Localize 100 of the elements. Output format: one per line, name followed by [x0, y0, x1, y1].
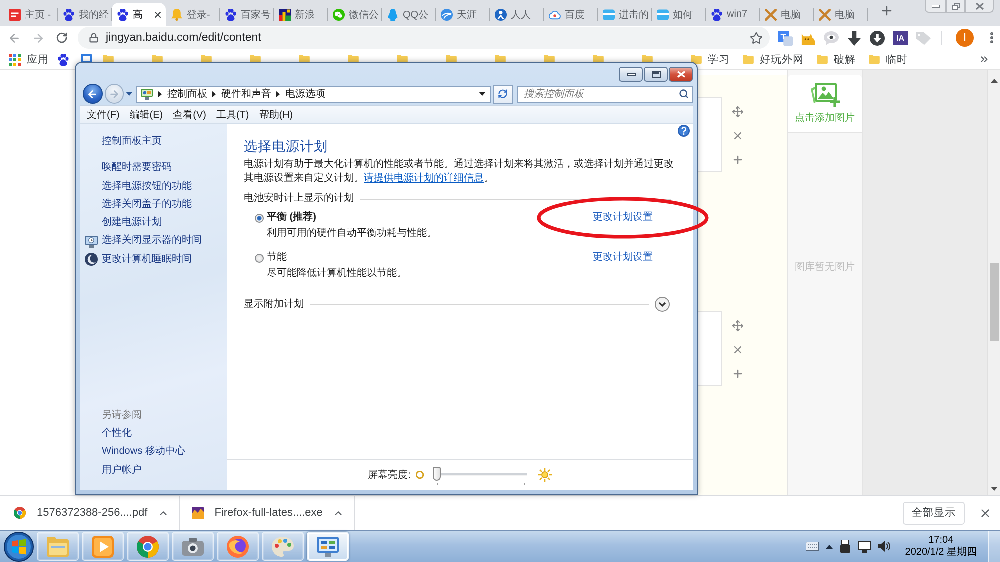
browser-tab[interactable]: 电脑	[814, 3, 868, 26]
letter-tile-icon[interactable]	[778, 30, 793, 46]
menu-item[interactable]: 查看(V)	[168, 108, 212, 122]
cross-icon[interactable]	[732, 344, 744, 356]
sidebar-link[interactable]: 个性化	[80, 425, 227, 444]
radio-button[interactable]	[255, 214, 264, 223]
bookmark-folder[interactable]: 好玩外网	[743, 52, 804, 66]
browser-tab[interactable]: 新浪	[274, 3, 328, 26]
slider-thumb[interactable]	[432, 467, 441, 481]
close-icon[interactable]	[153, 10, 163, 20]
breadcrumb-item[interactable]: 电源选项	[285, 87, 326, 101]
monitor-icon[interactable]	[858, 540, 872, 552]
bookmark-item[interactable]: 应用	[9, 52, 49, 66]
reload-icon[interactable]	[56, 32, 68, 44]
sidebar-link[interactable]: Windows 移动中心	[80, 443, 227, 462]
sidebar-link[interactable]: 用户帐户	[80, 462, 227, 480]
scroll-down-icon[interactable]	[990, 487, 998, 491]
sidebar-link[interactable]: 控制面板主页	[80, 133, 227, 152]
plus-icon[interactable]	[880, 4, 894, 18]
close-icon[interactable]	[979, 506, 992, 520]
menu-item[interactable]: 编辑(E)	[124, 108, 168, 122]
file-name[interactable]: 1576372388-256....pdf	[37, 507, 148, 519]
browser-tab[interactable]: 主页 -	[4, 3, 58, 26]
bookmark-folder[interactable]: 破解	[817, 52, 856, 66]
chevrons-right-icon[interactable]	[979, 54, 990, 65]
file-name[interactable]: Firefox-full-lates....exe	[214, 507, 323, 519]
download-circle-icon[interactable]	[870, 30, 885, 46]
start-orb-icon[interactable]	[4, 532, 34, 562]
close-button[interactable]	[669, 67, 693, 82]
step-text-field[interactable]	[698, 97, 722, 172]
plus-icon[interactable]	[732, 154, 744, 166]
browser-tab[interactable]: 微信公	[328, 3, 382, 26]
breadcrumb-item[interactable]: 控制面板	[167, 87, 208, 101]
scrollbar-thumb[interactable]	[990, 263, 998, 341]
breadcrumb-arrow-icon[interactable]	[276, 90, 280, 98]
browser-tab[interactable]: 人人	[490, 3, 544, 26]
back-button[interactable]	[83, 84, 103, 104]
dropdown-caret-icon[interactable]	[479, 92, 486, 96]
bookmark-folder[interactable]: 临时	[869, 52, 908, 66]
maximize-button[interactable]	[644, 67, 668, 82]
brightness-slider[interactable]	[432, 467, 529, 483]
scroll-up-icon[interactable]	[990, 79, 998, 83]
download-arrow-icon[interactable]	[847, 30, 862, 46]
address-bar[interactable]: 控制面板 硬件和声音 电源选项	[136, 86, 492, 102]
details-link[interactable]: 请提供电源计划的详细信息	[364, 173, 484, 184]
keyboard-icon[interactable]	[806, 542, 820, 551]
taskbar-button[interactable]	[127, 532, 169, 561]
help-icon[interactable]	[678, 125, 690, 137]
sidebar-link[interactable]: 选择关闭盖子的功能	[80, 196, 227, 214]
search-icon[interactable]	[678, 89, 689, 99]
sidebar-link[interactable]: 选择关闭显示器的时间	[80, 232, 227, 251]
star-icon[interactable]	[750, 32, 763, 44]
eye-bubble-icon[interactable]	[824, 30, 839, 46]
restore-button[interactable]	[946, 0, 965, 13]
browser-tab[interactable]: 进击的	[598, 3, 652, 26]
browser-tab[interactable]: win7	[706, 3, 760, 26]
minimize-button[interactable]	[925, 0, 946, 13]
menu-item[interactable]: 工具(T)	[211, 108, 254, 122]
address-field[interactable]: jingyan.baidu.com/edit/content	[78, 27, 770, 49]
menu-item[interactable]: 帮助(H)	[254, 108, 298, 122]
browser-tab[interactable]: QQ公	[382, 3, 436, 26]
cross-icon[interactable]	[732, 130, 744, 142]
sidebar-link[interactable]: 更改计算机睡眠时间	[80, 250, 227, 270]
speaker-icon[interactable]	[878, 541, 890, 552]
breadcrumb-arrow-icon[interactable]	[212, 90, 216, 98]
search-field[interactable]: 搜索控制面板	[516, 86, 693, 102]
browser-tab[interactable]: 我的经	[58, 3, 112, 26]
sidebar-link[interactable]: 创建电源计划	[80, 214, 227, 232]
minimize-button[interactable]	[619, 67, 643, 82]
usb-device-icon[interactable]	[840, 540, 852, 553]
change-plan-link[interactable]: 更改计划设置	[593, 252, 653, 263]
caret-up-icon[interactable]	[826, 544, 834, 548]
sidebar-link[interactable]: 选择电源按钮的功能	[80, 178, 227, 196]
breadcrumb-arrow-icon[interactable]	[158, 90, 162, 98]
expand-chevron-icon[interactable]	[655, 297, 670, 312]
browser-tab[interactable]: 高	[112, 3, 166, 26]
change-plan-link[interactable]: 更改计划设置	[593, 212, 653, 223]
scrollbar[interactable]	[987, 70, 1000, 495]
taskbar-button[interactable]	[307, 532, 349, 561]
refresh-button[interactable]	[493, 84, 513, 104]
plus-icon[interactable]	[732, 368, 744, 380]
radio-button[interactable]	[255, 254, 264, 263]
browser-tab[interactable]: 如何	[652, 3, 706, 26]
move-arrows-icon[interactable]	[732, 106, 744, 118]
browser-tab[interactable]: 天涯	[436, 3, 490, 26]
browser-tab[interactable]: 登录-	[166, 3, 220, 26]
browser-tab[interactable]: 百度	[544, 3, 598, 26]
paw-icon[interactable]	[58, 54, 69, 66]
extension-button[interactable]: IA	[893, 31, 908, 45]
move-arrows-icon[interactable]	[732, 320, 744, 332]
breadcrumb-item[interactable]: 硬件和声音	[221, 87, 272, 101]
taskbar-button[interactable]	[172, 532, 214, 561]
menu-item[interactable]: 文件(F)	[82, 108, 125, 122]
bookmark-folder[interactable]: 学习	[691, 52, 730, 66]
browser-tab[interactable]: 百家号	[220, 3, 274, 26]
close-button[interactable]	[965, 0, 994, 13]
browser-tab[interactable]: 电脑	[760, 3, 814, 26]
taskbar-button[interactable]	[217, 532, 259, 561]
sidebar-link[interactable]: 唤醒时需要密码	[80, 159, 227, 178]
step-text-field[interactable]	[698, 311, 722, 386]
